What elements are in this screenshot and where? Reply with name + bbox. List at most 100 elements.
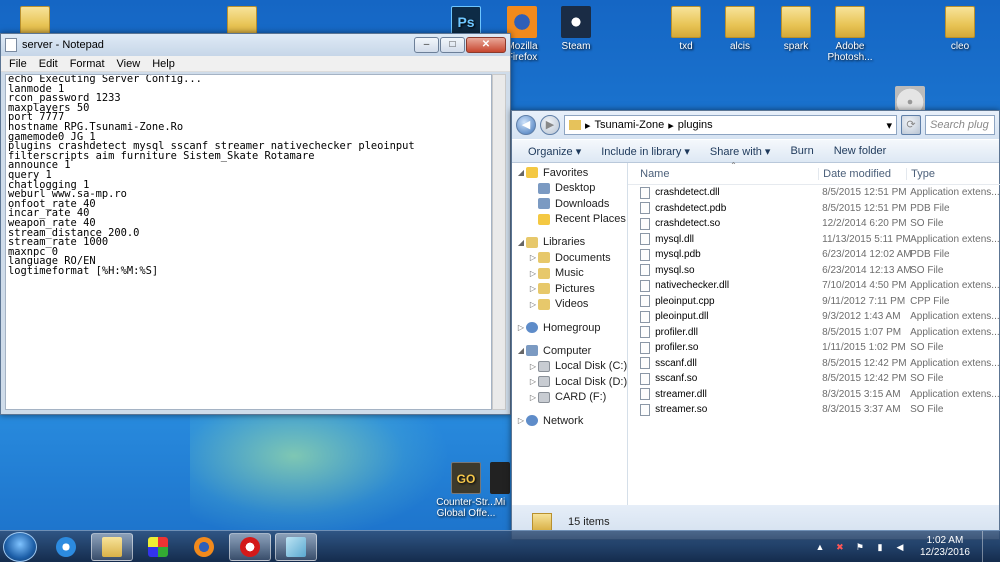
start-button[interactable] [3,531,37,562]
expander-icon[interactable]: ▷ [528,393,538,402]
nav-item[interactable]: Downloads [512,196,627,212]
notepad-titlebar[interactable]: server - Notepad – □ ✕ [1,34,510,56]
column-type[interactable]: Type [906,167,1000,180]
expander-icon[interactable]: ▷ [528,284,538,293]
share-with-button[interactable]: Share with ▾ [700,145,781,158]
file-row[interactable]: mysql.pdb 6/23/2014 12:02 AM PDB File [628,247,1000,263]
menu-file[interactable]: File [3,58,33,70]
nav-item[interactable]: Desktop [512,181,627,197]
file-row[interactable]: sscanf.so 8/5/2015 12:42 PM SO File [628,371,1000,387]
expander-icon[interactable]: ▷ [516,416,526,425]
desktop-icon [538,182,550,194]
taskbar-windows-explorer[interactable] [91,532,133,561]
expander-icon[interactable]: ▷ [528,269,538,278]
nav-item[interactable]: ◢ Libraries [512,235,627,251]
nav-item[interactable]: ◢ Computer [512,343,627,359]
column-name[interactable]: ⌃ Name [628,161,818,180]
file-type: Application extens... [910,233,1000,245]
desktop-icon-label: cleo [950,41,970,52]
desktop-icon-cleo[interactable]: cleo [930,6,990,52]
search-input[interactable]: Search plug [925,115,995,135]
menu-help[interactable]: Help [146,58,181,70]
notepad-window[interactable]: server - Notepad – □ ✕ File Edit Format … [0,33,511,415]
file-row[interactable]: mysql.so 6/23/2014 12:13 AM SO File [628,263,1000,279]
file-row[interactable]: profiler.so 1/11/2015 1:02 PM SO File [628,340,1000,356]
desktop-icon-spark[interactable]: spark [766,6,826,52]
file-icon [640,357,651,370]
taskbar-firefox[interactable] [183,533,225,561]
breadcrumb-separator: ▸ [668,119,674,132]
nav-item[interactable]: ▷ Pictures [512,281,627,297]
file-type: Application extens... [910,280,1000,292]
desktop-icon-txd[interactable]: txd [656,6,716,52]
nav-item[interactable]: ▷ CARD (F:) [512,390,627,406]
file-name: pleoinput.cpp [655,295,715,307]
refresh-button[interactable]: ⟳ [901,115,921,135]
file-row[interactable]: crashdetect.so 12/2/2014 6:20 PM SO File [628,216,1000,232]
nav-item[interactable]: ◢ Favorites [512,165,627,181]
desktop-icon-partial[interactable]: Mi [486,462,514,508]
expander-icon[interactable]: ◢ [516,238,526,247]
include-in-library-button[interactable]: Include in library ▾ [591,145,700,158]
file-row[interactable]: streamer.so 8/3/2015 3:37 AM SO File [628,402,1000,418]
file-row[interactable]: pleoinput.cpp 9/11/2012 7:11 PM CPP File [628,294,1000,310]
nav-item[interactable]: ▷ Network [512,413,627,429]
text-editor[interactable]: echo Executing Server Config... lanmode 1… [5,74,492,410]
burn-button[interactable]: Burn [780,145,823,157]
nav-item[interactable]: ▷ Documents [512,250,627,266]
file-row[interactable]: profiler.dll 8/5/2015 1:07 PM Application … [628,325,1000,341]
nav-item-label: Favorites [543,166,589,179]
taskbar-notepad[interactable] [275,532,317,561]
taskbar-internet-explorer[interactable] [45,533,87,561]
organize-button[interactable]: Organize ▾ [518,145,591,158]
close-button[interactable]: ✕ [466,37,506,53]
nav-item[interactable]: ▷ Videos [512,297,627,313]
clock[interactable]: 1:02 AM 12/23/2016 [920,535,970,559]
show-desktop-button[interactable] [982,531,992,562]
desktop-icon-adobe-photoshop[interactable]: Adobe Photosh... [820,6,880,63]
back-button[interactable]: ◀ [516,115,536,135]
chevron-down-icon[interactable]: ▾ [886,119,892,132]
address-field[interactable]: ▸ Tsunami-Zone ▸ plugins ▾ [564,115,897,135]
nav-item[interactable]: ▷ Homegroup [512,320,627,336]
maximize-button[interactable]: □ [440,37,465,53]
taskbar-paint[interactable] [137,533,179,561]
file-row[interactable]: crashdetect.dll 8/5/2015 12:51 PM Applicat… [628,185,1000,201]
taskbar-opera[interactable] [229,532,271,561]
file-row[interactable]: nativechecker.dll 7/10/2014 4:50 PM Applic… [628,278,1000,294]
menu-view[interactable]: View [111,58,147,70]
desktop-icon-alcis[interactable]: alcis [710,6,770,52]
minimize-button[interactable]: – [414,37,439,53]
file-row[interactable]: mysql.dll 11/13/2015 5:11 PM Application e… [628,232,1000,248]
nav-item[interactable]: ▷ Music [512,266,627,282]
desktop-icon-steam[interactable]: Steam [546,6,606,52]
file-row[interactable]: streamer.dll 8/3/2015 3:15 AM Application … [628,387,1000,403]
expander-icon[interactable]: ▷ [528,362,538,371]
flag-icon[interactable]: ⚑ [854,541,866,553]
nav-item[interactable]: ▷ Local Disk (D:) [512,374,627,390]
chevron-up-icon[interactable]: ▲ [814,541,826,553]
vertical-scrollbar[interactable] [492,74,506,410]
breadcrumb-item[interactable]: plugins [678,119,713,131]
network-error-icon[interactable]: ✖ [834,541,846,553]
expander-icon[interactable]: ▷ [528,253,538,262]
file-row[interactable]: crashdetect.pdb 8/5/2015 12:51 PM PDB File [628,201,1000,217]
signal-icon[interactable]: ▮ [874,541,886,553]
column-date-modified[interactable]: Date modified [818,167,906,180]
nav-item[interactable]: Recent Places [512,212,627,228]
file-row[interactable]: pleoinput.dll 9/3/2012 1:43 AM Application… [628,309,1000,325]
nav-item[interactable]: ▷ Local Disk (C:) [512,359,627,375]
expander-icon[interactable]: ▷ [516,323,526,332]
volume-icon[interactable]: ◀ [894,541,906,553]
menu-format[interactable]: Format [64,58,111,70]
expander-icon[interactable]: ◢ [516,346,526,355]
expander-icon[interactable]: ▷ [528,377,538,386]
new-folder-button[interactable]: New folder [824,145,897,157]
file-row[interactable]: sscanf.dll 8/5/2015 12:42 PM Application e… [628,356,1000,372]
menu-edit[interactable]: Edit [33,58,64,70]
expander-icon[interactable]: ▷ [528,300,538,309]
breadcrumb-item[interactable]: Tsunami-Zone [595,119,665,131]
forward-button[interactable]: ▶ [540,115,560,135]
explorer-window[interactable]: ◀ ▶ ▸ Tsunami-Zone ▸ plugins ▾ ⟳ Search … [511,110,1000,540]
expander-icon[interactable]: ◢ [516,168,526,177]
